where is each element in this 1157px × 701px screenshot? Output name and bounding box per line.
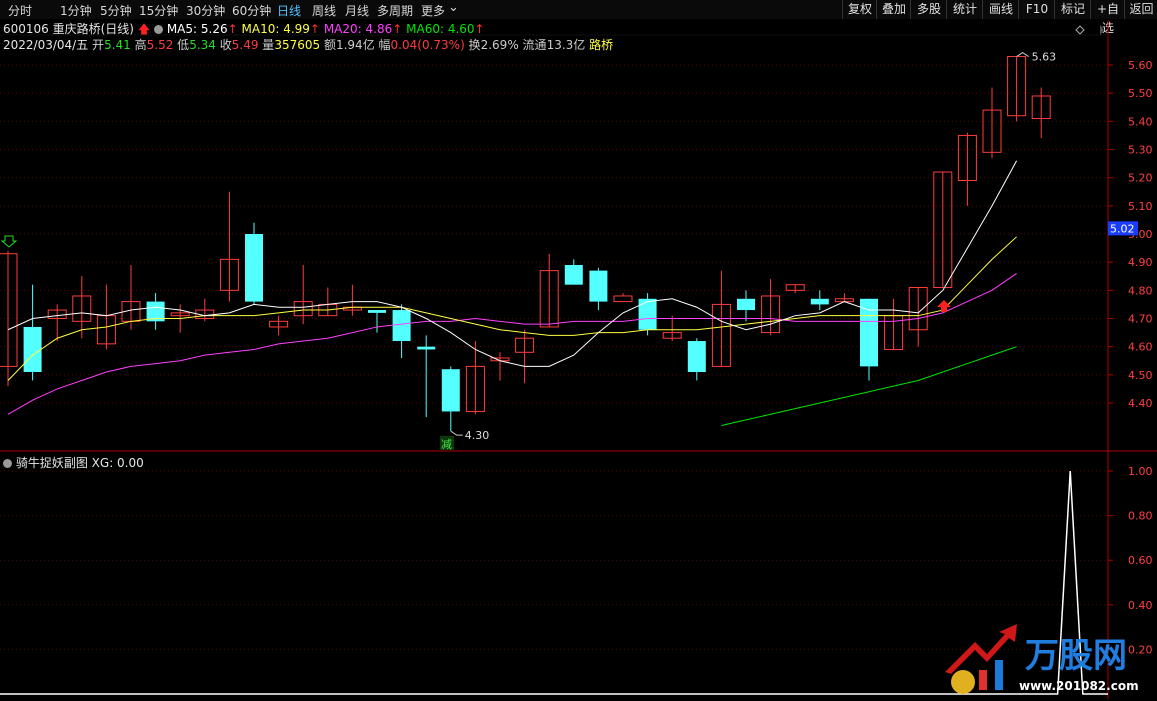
candle-body <box>638 298 657 330</box>
sub-label: 0.60 <box>1128 554 1153 567</box>
candle-body <box>737 298 755 311</box>
logo-url: www.201082.com <box>1019 679 1139 693</box>
price-label: 4.40 <box>1128 397 1153 410</box>
kline-chart[interactable]: 5.605.505.405.305.205.105.004.904.804.70… <box>0 0 1157 699</box>
price-label: 4.80 <box>1128 284 1153 297</box>
current-price-label: 5.02 <box>1110 222 1135 235</box>
candle-body <box>860 298 878 367</box>
low-annotation: 4.30 <box>465 429 490 442</box>
candle-body <box>564 264 583 285</box>
candle-body <box>417 346 436 350</box>
sub-label: 0.40 <box>1128 599 1153 612</box>
candle-body <box>589 270 608 302</box>
logo-graphic: 万股网 www.201082.com <box>945 624 1139 694</box>
price-label: 5.20 <box>1128 172 1153 185</box>
price-label: 5.30 <box>1128 144 1153 157</box>
candle-body <box>23 326 42 373</box>
candle-body <box>368 310 386 313</box>
candle-body <box>392 310 411 342</box>
high-annotation: 5.63 <box>1032 51 1057 64</box>
price-label: 4.90 <box>1128 256 1153 269</box>
price-label: 5.60 <box>1128 59 1153 72</box>
candle-body <box>613 295 633 303</box>
high-pointer <box>1016 51 1029 57</box>
low-pointer <box>450 430 463 436</box>
sub-label: 0.80 <box>1128 510 1153 523</box>
price-label: 4.60 <box>1128 341 1153 354</box>
price-label: 5.50 <box>1128 87 1153 100</box>
logo-coin-icon <box>951 670 975 694</box>
price-label: 4.70 <box>1128 313 1153 326</box>
price-label: 5.10 <box>1128 200 1153 213</box>
price-label: 4.50 <box>1128 369 1153 382</box>
price-label: 5.40 <box>1128 115 1153 128</box>
logo-text: 万股网 <box>1025 636 1127 676</box>
sub-label: 1.00 <box>1128 465 1153 478</box>
scroll-right-icon <box>1100 25 1104 35</box>
logo-arrow-icon <box>945 624 1017 674</box>
candle-body <box>441 369 460 412</box>
candle-body <box>810 298 829 305</box>
diamond-icon[interactable] <box>1075 25 1085 35</box>
candle-body <box>245 234 263 302</box>
candle-body <box>687 341 706 373</box>
reduce-marker: 减 <box>441 438 452 451</box>
watermark-logo: 万股网 www.201082.com <box>935 612 1155 698</box>
down-arrow-icon <box>0 235 18 248</box>
